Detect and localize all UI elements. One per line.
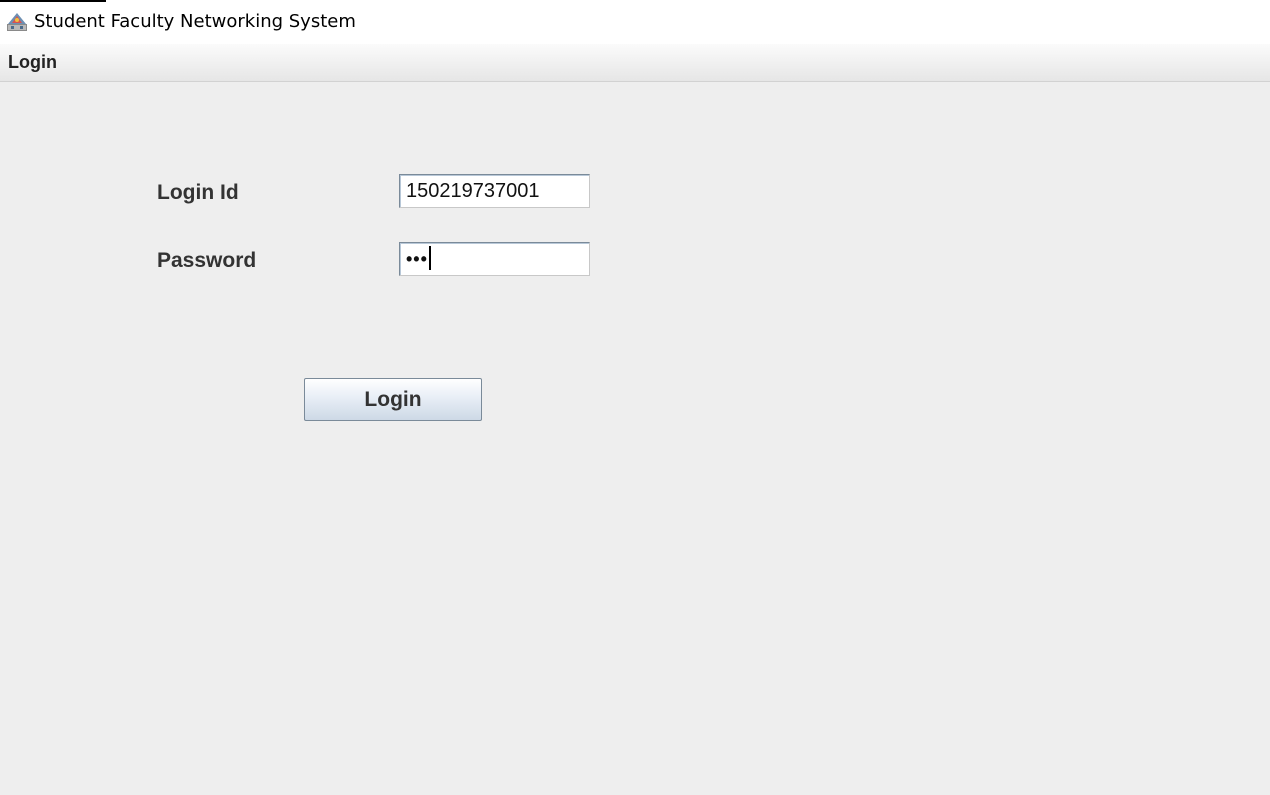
- password-label: Password: [157, 249, 257, 272]
- java-app-icon: [6, 11, 28, 33]
- menu-login[interactable]: Login: [0, 44, 65, 81]
- window-title: Student Faculty Networking System: [34, 11, 356, 32]
- text-caret: [428, 245, 431, 270]
- login-button[interactable]: Login: [304, 378, 482, 421]
- title-bar: Student Faculty Networking System: [0, 0, 1270, 44]
- login-id-value: 150219737001: [406, 180, 540, 202]
- login-id-field[interactable]: 150219737001: [399, 174, 590, 208]
- title-underline: [0, 0, 106, 2]
- menu-bar: Login: [0, 44, 1270, 82]
- login-panel: Login Id 150219737001 Password ••• Login: [0, 82, 1270, 795]
- password-field[interactable]: •••: [399, 242, 590, 276]
- login-id-label: Login Id: [157, 181, 239, 204]
- password-mask: •••: [406, 249, 428, 269]
